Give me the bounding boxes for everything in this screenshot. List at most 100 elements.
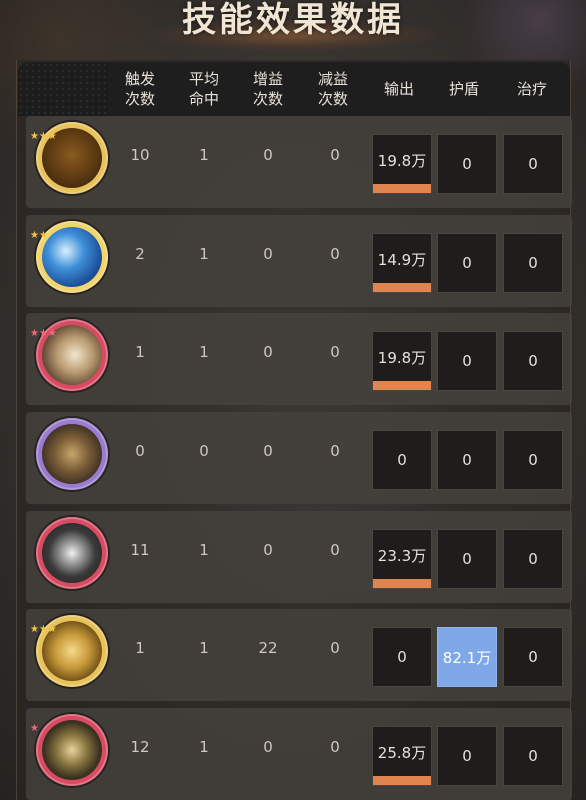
table-header: 触发 次数 平均 命中 增益 次数 减益 次数 输出 护盾 治疗 [18,62,570,116]
average-hit: 1 [199,738,209,756]
output-value-box: 25.8万 [372,726,432,786]
output-value-box: 23.3万 [372,529,432,589]
trigger-count: 10 [130,146,150,164]
skill-icon-art [42,424,102,484]
skill-icon-art [42,523,102,583]
output-value: 19.8万 [377,151,427,170]
heal-value-box: 0 [503,331,563,391]
heal-value-box: 0 [503,430,563,490]
skill-row[interactable]: 0 0 0 0 0 0 0 [26,412,572,504]
heal-value: 0 [528,254,538,272]
heal-value: 0 [528,747,538,765]
header-output: 输出 [383,80,414,98]
average-hit: 1 [199,146,209,164]
output-value: 23.3万 [377,546,427,565]
output-bar [373,776,431,785]
skill-row[interactable]: ★★ 2 1 0 0 14.9万 0 0 [26,215,572,307]
shield-value: 0 [462,451,472,469]
heal-value-box: 0 [503,627,563,687]
heal-value: 0 [528,155,538,173]
output-value-box: 19.8万 [372,134,432,194]
buff-count: 0 [263,738,273,756]
star-rating: ★★ [30,230,48,241]
header-heal: 治疗 [516,80,547,98]
debuff-count: 0 [330,442,340,460]
header-debuff-count: 减益 次数 [317,70,348,108]
shield-value-box: 0 [437,726,497,786]
golden-dragon-skill-icon[interactable] [36,418,108,490]
debuff-count: 0 [330,541,340,559]
output-value-box: 14.9万 [372,233,432,293]
header-shield: 护盾 [448,80,479,98]
shield-value-box: 82.1万 [437,627,497,687]
output-value-box: 19.8万 [372,331,432,391]
skill-row[interactable]: ★★★ 1 1 0 0 19.8万 0 0 [26,313,572,405]
output-bar [373,579,431,588]
shield-emblem-skill-icon[interactable] [36,517,108,589]
hexagon-crest-skill-icon[interactable] [36,714,108,786]
trigger-count: 2 [135,245,145,263]
heal-value: 0 [528,451,538,469]
skill-row[interactable]: ★★★ 1 1 22 0 0 82.1万 0 [26,609,572,701]
header-buff-count: 增益 次数 [252,70,283,108]
shield-value: 0 [462,254,472,272]
header-average-hit: 平均 命中 [188,70,219,108]
shield-value-box: 0 [437,529,497,589]
average-hit: 1 [199,639,209,657]
skill-icon-art [42,720,102,780]
star-rating: ★★★ [30,624,57,635]
output-value-box: 0 [372,430,432,490]
skill-icon-art [42,227,102,287]
debuff-count: 0 [330,738,340,756]
debuff-count: 0 [330,146,340,164]
average-hit: 1 [199,245,209,263]
shield-value-box: 0 [437,134,497,194]
shield-value: 0 [462,155,472,173]
output-bar [373,283,431,292]
skill-row[interactable]: ★★★ 10 1 0 0 19.8万 0 0 [26,116,572,208]
heal-value-box: 0 [503,726,563,786]
buff-count: 0 [263,442,273,460]
trigger-count: 11 [130,541,150,559]
trigger-count: 1 [135,639,145,657]
buff-count: 0 [263,541,273,559]
average-hit: 1 [199,541,209,559]
shield-value: 0 [462,352,472,370]
average-hit: 1 [199,343,209,361]
star-rating: ★★★ [30,131,57,142]
buff-count: 0 [263,343,273,361]
buff-count: 22 [258,639,278,657]
buff-count: 0 [263,245,273,263]
buff-count: 0 [263,146,273,164]
shield-value-box: 0 [437,430,497,490]
heal-value: 0 [528,550,538,568]
shield-value: 0 [462,747,472,765]
output-value: 0 [397,451,407,469]
output-value: 25.8万 [377,743,427,762]
debuff-count: 0 [330,639,340,657]
output-bar [373,381,431,390]
skill-row[interactable]: 11 1 0 0 23.3万 0 0 [26,511,572,603]
shield-value: 82.1万 [442,648,492,667]
output-bar [373,184,431,193]
trigger-count: 1 [135,343,145,361]
output-value: 14.9万 [377,250,427,269]
average-hit: 0 [199,442,209,460]
shield-value-box: 0 [437,331,497,391]
debuff-count: 0 [330,343,340,361]
trigger-count: 12 [130,738,150,756]
heal-value: 0 [528,352,538,370]
skill-row[interactable]: ★ 12 1 0 0 25.8万 0 0 [26,708,572,800]
heal-value-box: 0 [503,134,563,194]
star-rating: ★ [30,723,39,734]
heal-value: 0 [528,648,538,666]
output-value: 0 [397,648,407,666]
heal-value-box: 0 [503,233,563,293]
header-trigger-count: 触发 次数 [124,70,155,108]
page-title: 技能效果数据 [182,0,404,40]
debuff-count: 0 [330,245,340,263]
star-rating: ★★★ [30,328,57,339]
title-area: 技能效果数据 [0,0,586,58]
trigger-count: 0 [135,442,145,460]
output-value-box: 0 [372,627,432,687]
